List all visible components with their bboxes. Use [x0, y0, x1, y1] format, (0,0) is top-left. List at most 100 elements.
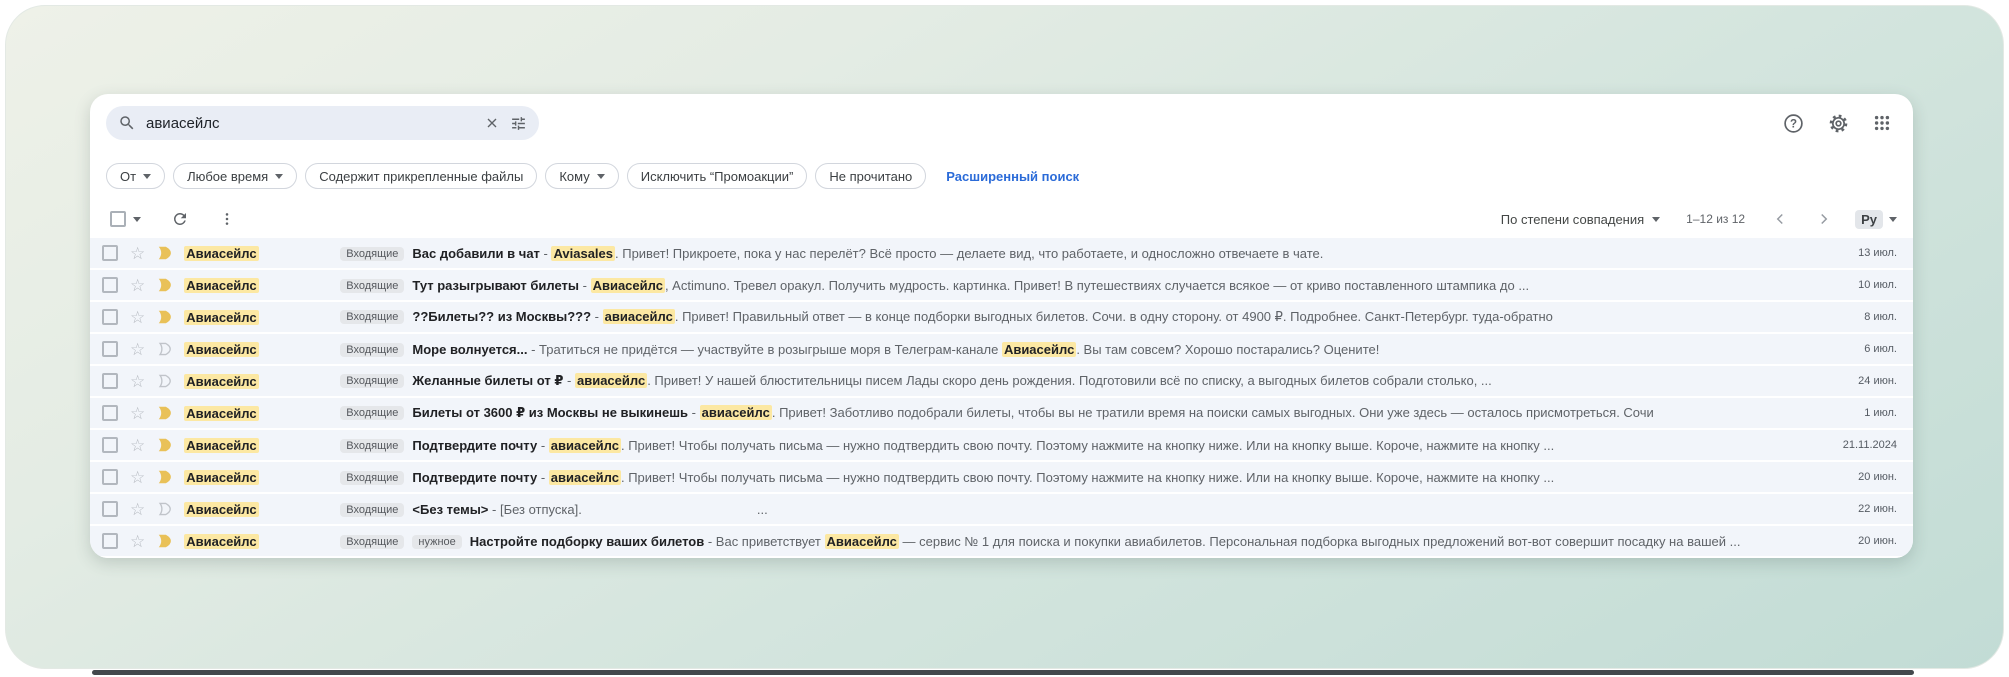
advanced-search-link[interactable]: Расширенный поиск: [946, 169, 1079, 184]
chip-has-attachment[interactable]: Содержит прикрепленные файлы: [305, 163, 538, 189]
next-page-button[interactable]: [1815, 210, 1833, 228]
more-options-button[interactable]: [219, 211, 235, 227]
email-row[interactable]: ☆ Авиасейлс Входящие Море волнуется... - Тр…: [90, 334, 1913, 366]
row-checkbox[interactable]: [102, 405, 118, 421]
star-icon[interactable]: ☆: [130, 309, 145, 326]
email-row[interactable]: ☆ Авиасейлс Входящие Желанные билеты от ₽ -…: [90, 366, 1913, 398]
label-chip[interactable]: Входящие: [340, 470, 405, 485]
search-icon: [118, 114, 136, 132]
row-checkbox[interactable]: [102, 437, 118, 453]
star-icon[interactable]: ☆: [130, 277, 145, 294]
sort-by-label: По степени совпадения: [1500, 211, 1645, 227]
importance-marker-icon[interactable]: [156, 340, 174, 358]
sender-name: Авиасейлс: [184, 373, 332, 389]
sender-name: Авиасейлс: [184, 309, 332, 325]
row-checkbox[interactable]: [102, 277, 118, 293]
snippet-text: . Привет! Чтобы получать письма — нужно …: [620, 469, 1555, 485]
row-checkbox[interactable]: [102, 533, 118, 549]
subject-snippet: Входящие Подтвердите почту - авиасейлс. П…: [340, 469, 1805, 485]
importance-marker-icon[interactable]: [156, 372, 174, 390]
sender-highlight: Авиасейлс: [184, 437, 259, 453]
email-row[interactable]: ☆ Авиасейлс Входящие Вас добавили в чат - A…: [90, 238, 1913, 270]
star-icon[interactable]: ☆: [130, 501, 145, 518]
email-date: 6 июл.: [1864, 343, 1897, 355]
chip-any-time[interactable]: Любое время: [173, 163, 298, 189]
sender-name: Авиасейлс: [184, 277, 332, 293]
search-bar[interactable]: [106, 106, 539, 140]
sender-highlight: Авиасейлс: [184, 405, 259, 421]
row-checkbox[interactable]: [102, 245, 118, 261]
label-chip[interactable]: Входящие: [340, 406, 405, 420]
importance-marker-icon[interactable]: [156, 436, 174, 454]
label-chip[interactable]: Входящие: [340, 310, 405, 324]
label-chip[interactable]: Входящие: [340, 438, 405, 453]
importance-marker-icon[interactable]: [156, 500, 174, 518]
row-checkbox[interactable]: [102, 501, 118, 517]
select-dropdown-icon[interactable]: [133, 216, 141, 222]
star-icon[interactable]: ☆: [130, 341, 145, 358]
label-chip[interactable]: Входящие: [340, 534, 405, 549]
search-input[interactable]: [146, 114, 474, 132]
help-button[interactable]: ?: [1783, 113, 1804, 134]
select-all-checkbox[interactable]: [110, 211, 126, 227]
highlighted-term: авиасейлс: [699, 405, 772, 420]
chip-from[interactable]: От: [106, 163, 166, 189]
snippet-text: ...: [756, 501, 768, 517]
label-chip[interactable]: нужное: [412, 534, 462, 549]
email-row[interactable]: ☆ Авиасейлс Входящие Подтвердите почту - ав…: [90, 462, 1913, 494]
chip-label: От: [120, 168, 137, 184]
chip-to[interactable]: Кому: [545, 163, 619, 189]
email-date: 24 июн.: [1858, 375, 1897, 387]
search-options-button[interactable]: [510, 115, 527, 132]
email-row[interactable]: ☆ Авиасейлс Входящие нужное Настройте подбор…: [90, 526, 1913, 558]
highlighted-term: авиасейлс: [602, 309, 675, 324]
chevron-down-icon: [1889, 216, 1897, 222]
importance-marker-icon[interactable]: [156, 308, 174, 326]
refresh-icon: [173, 212, 186, 225]
importance-marker-icon[interactable]: [156, 532, 174, 550]
chip-exclude-promotions[interactable]: Исключить “Промоакции”: [626, 163, 808, 189]
label-chip[interactable]: Входящие: [340, 502, 405, 517]
email-list: ☆ Авиасейлс Входящие Вас добавили в чат - A…: [90, 238, 1913, 558]
row-checkbox[interactable]: [102, 469, 118, 485]
prev-page-button[interactable]: [1771, 210, 1789, 228]
label-chip[interactable]: Входящие: [340, 342, 405, 357]
star-icon[interactable]: ☆: [130, 373, 145, 390]
email-row[interactable]: ☆ Авиасейлс Входящие Билеты от 3600 ₽ из Мо…: [90, 398, 1913, 430]
clear-search-button[interactable]: [484, 115, 500, 131]
importance-marker-icon[interactable]: [156, 276, 174, 294]
star-icon[interactable]: ☆: [130, 245, 145, 262]
label-chip[interactable]: Входящие: [340, 278, 405, 293]
importance-marker-icon[interactable]: [156, 468, 174, 486]
chip-label: Любое время: [187, 168, 269, 184]
sender-highlight: Авиасейлс: [184, 309, 259, 325]
label-chip[interactable]: Входящие: [340, 246, 405, 261]
apps-button[interactable]: [1873, 114, 1891, 132]
email-row[interactable]: ☆ Авиасейлс Входящие ??Билеты?? из Москвы??…: [90, 302, 1913, 334]
subject-snippet-separator: -: [488, 501, 500, 517]
sender-highlight: Авиасейлс: [184, 501, 259, 517]
importance-marker-icon[interactable]: [156, 244, 174, 262]
input-tools-button[interactable]: Ру: [1855, 209, 1897, 229]
subject-snippet: Входящие <Без темы> - [Без отпуска]....: [340, 502, 1805, 517]
email-row[interactable]: ☆ Авиасейлс Входящие Тут разыгрывают билеты…: [90, 270, 1913, 302]
sort-by-button[interactable]: По степени совпадения: [1500, 211, 1661, 227]
subject-snippet: Входящие Море волнуется... - Тратиться не…: [340, 341, 1805, 357]
row-checkbox[interactable]: [102, 341, 118, 357]
star-icon[interactable]: ☆: [130, 533, 145, 550]
settings-button[interactable]: [1828, 113, 1849, 134]
row-checkbox[interactable]: [102, 309, 118, 325]
row-checkbox[interactable]: [102, 373, 118, 389]
email-date: 20 июн.: [1858, 535, 1897, 547]
chip-unread[interactable]: Не прочитано: [815, 163, 927, 189]
star-icon[interactable]: ☆: [130, 405, 145, 422]
label-chip[interactable]: Входящие: [340, 374, 405, 388]
subject-snippet-separator: -: [527, 341, 540, 357]
close-icon: [487, 118, 497, 128]
importance-marker-icon[interactable]: [156, 404, 174, 422]
refresh-button[interactable]: [171, 210, 189, 228]
email-row[interactable]: ☆ Авиасейлс Входящие Подтвердите почту - ав…: [90, 430, 1913, 462]
star-icon[interactable]: ☆: [130, 437, 145, 454]
email-row[interactable]: ☆ Авиасейлс Входящие <Без темы> - [Без отпу…: [90, 494, 1913, 526]
star-icon[interactable]: ☆: [130, 469, 145, 486]
